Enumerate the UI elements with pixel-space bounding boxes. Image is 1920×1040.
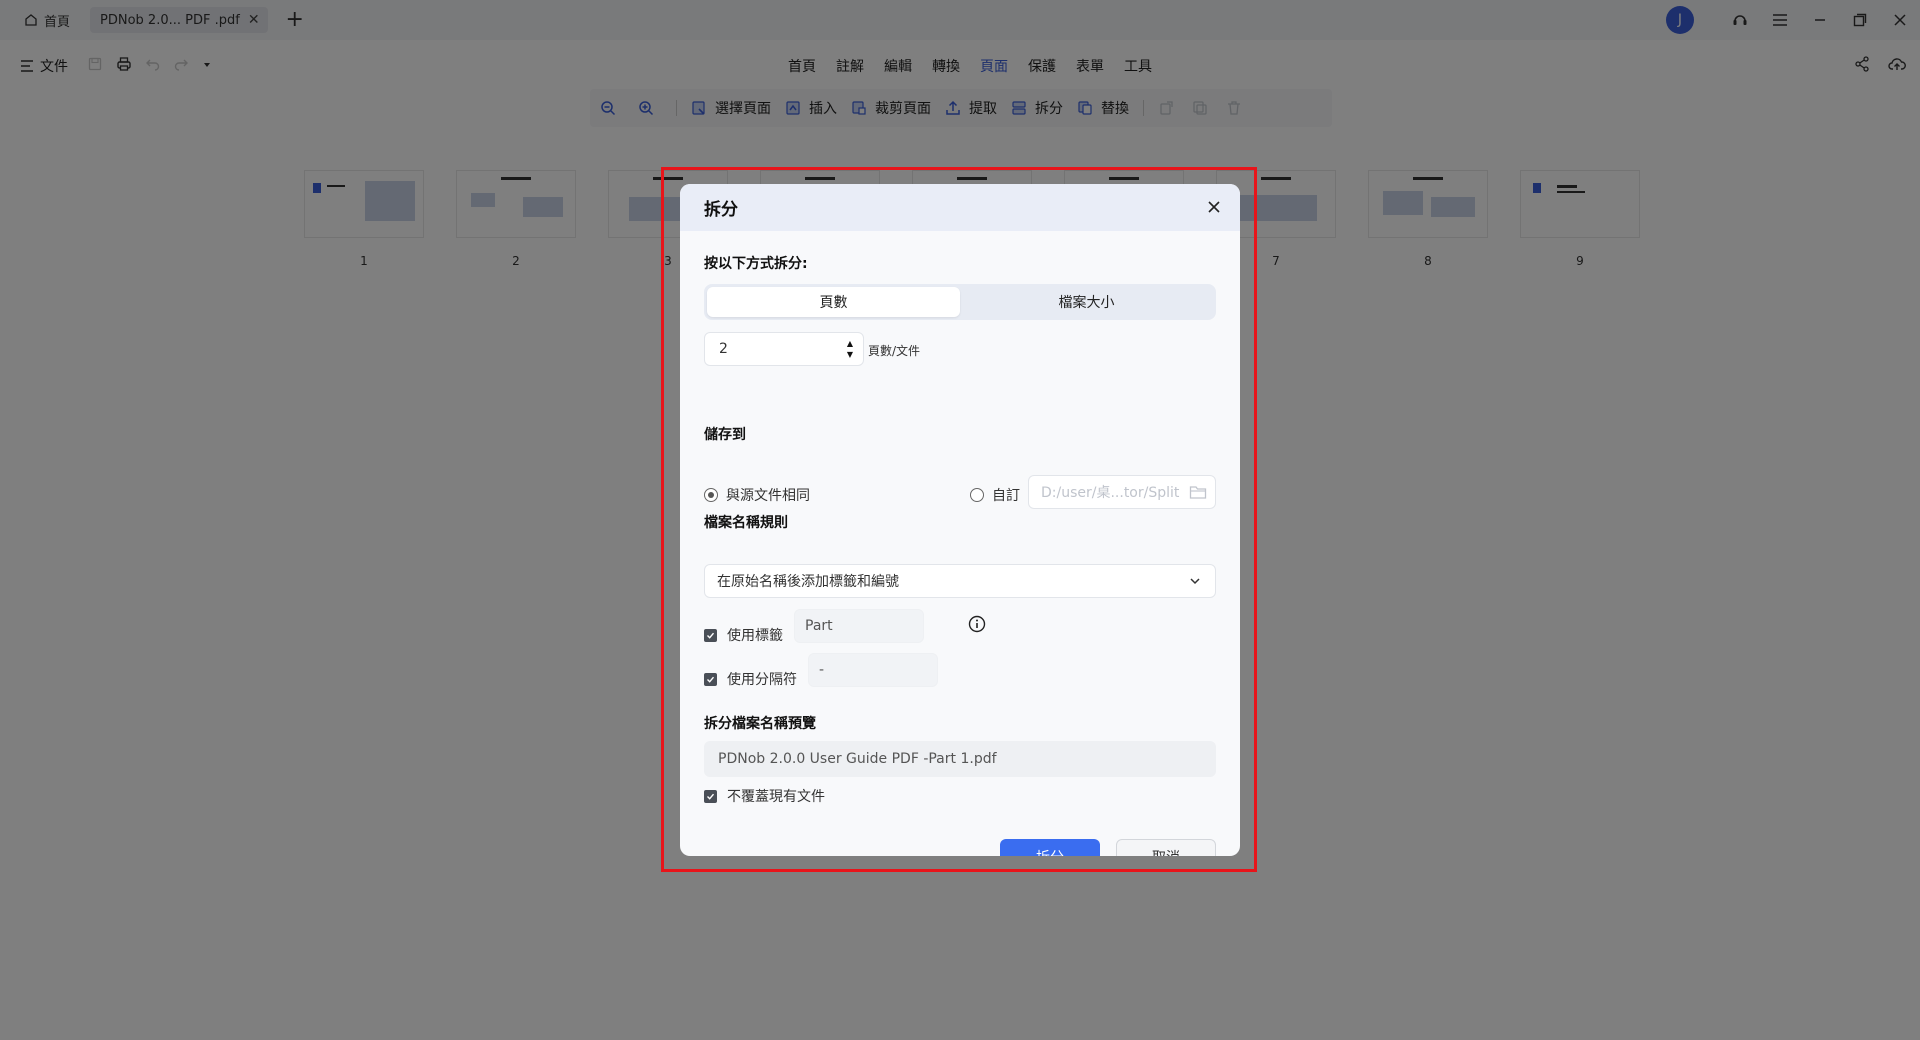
split-mode-switch: 頁數 檔案大小 — [704, 284, 1216, 320]
pages-per-file-stepper[interactable]: 2 ▲ ▼ — [704, 332, 864, 366]
mode-size-option[interactable]: 檔案大小 — [960, 287, 1213, 317]
naming-rule-value: 在原始名稱後添加標籤和編號 — [717, 574, 899, 590]
checkbox-checked-icon — [704, 672, 717, 686]
same-as-source-label: 與源文件相同 — [726, 488, 810, 504]
checkbox-checked-icon — [704, 789, 717, 803]
split-confirm-button[interactable]: 拆分 — [1000, 839, 1100, 856]
radio-same-as-source[interactable]: 與源文件相同 — [704, 485, 810, 505]
mode-pages-option[interactable]: 頁數 — [707, 287, 960, 317]
no-overwrite-checkbox[interactable]: 不覆蓋現有文件 — [704, 786, 825, 806]
filename-preview: PDNob 2.0.0 User Guide PDF -Part 1.pdf — [704, 741, 1216, 777]
cancel-button[interactable]: 取消 — [1116, 839, 1216, 856]
no-overwrite-text: 不覆蓋現有文件 — [727, 789, 825, 805]
radio-custom[interactable]: 自訂 — [970, 485, 1020, 505]
radio-checked-icon — [704, 488, 718, 502]
preview-label: 拆分檔案名稱預覽 — [704, 716, 816, 732]
naming-rule-select[interactable]: 在原始名稱後添加標籤和編號 — [704, 564, 1216, 598]
save-to-label: 儲存到 — [704, 427, 746, 443]
custom-label: 自訂 — [992, 488, 1020, 504]
pages-per-file-value: 2 — [719, 341, 728, 357]
use-separator-text: 使用分隔符 — [727, 672, 797, 688]
label-input[interactable]: Part — [794, 609, 924, 643]
close-dialog-icon[interactable] — [1204, 197, 1224, 217]
checkbox-checked-icon — [704, 628, 717, 642]
separator-input-value: - — [819, 662, 825, 678]
dialog-title: 拆分 — [704, 200, 738, 220]
custom-path-input[interactable]: D:/user/桌...tor/Split — [1028, 475, 1216, 509]
increment-icon[interactable]: ▲ — [847, 338, 853, 349]
decrement-icon[interactable]: ▼ — [847, 349, 853, 360]
use-label-checkbox[interactable]: 使用標籤 — [704, 625, 783, 645]
use-separator-checkbox[interactable]: 使用分隔符 — [704, 669, 797, 689]
naming-rule-label: 檔案名稱規則 — [704, 515, 788, 531]
radio-unchecked-icon — [970, 488, 984, 502]
split-by-label: 按以下方式拆分: — [704, 256, 808, 272]
use-label-text: 使用標籤 — [727, 628, 783, 644]
label-input-value: Part — [805, 618, 833, 634]
split-dialog: 拆分 按以下方式拆分: 頁數 檔案大小 2 ▲ ▼ 頁數/文件 儲存到 與源文件… — [680, 184, 1240, 856]
folder-icon[interactable] — [1189, 484, 1207, 500]
filename-preview-value: PDNob 2.0.0 User Guide PDF -Part 1.pdf — [718, 751, 997, 767]
info-icon[interactable] — [968, 615, 986, 633]
pages-per-file-unit: 頁數/文件 — [868, 344, 921, 358]
custom-path-placeholder: D:/user/桌...tor/Split — [1041, 485, 1180, 501]
chevron-down-icon — [1189, 575, 1201, 587]
stepper-arrows: ▲ ▼ — [847, 338, 853, 360]
dialog-header: 拆分 — [680, 184, 1240, 231]
separator-input[interactable]: - — [808, 653, 938, 687]
